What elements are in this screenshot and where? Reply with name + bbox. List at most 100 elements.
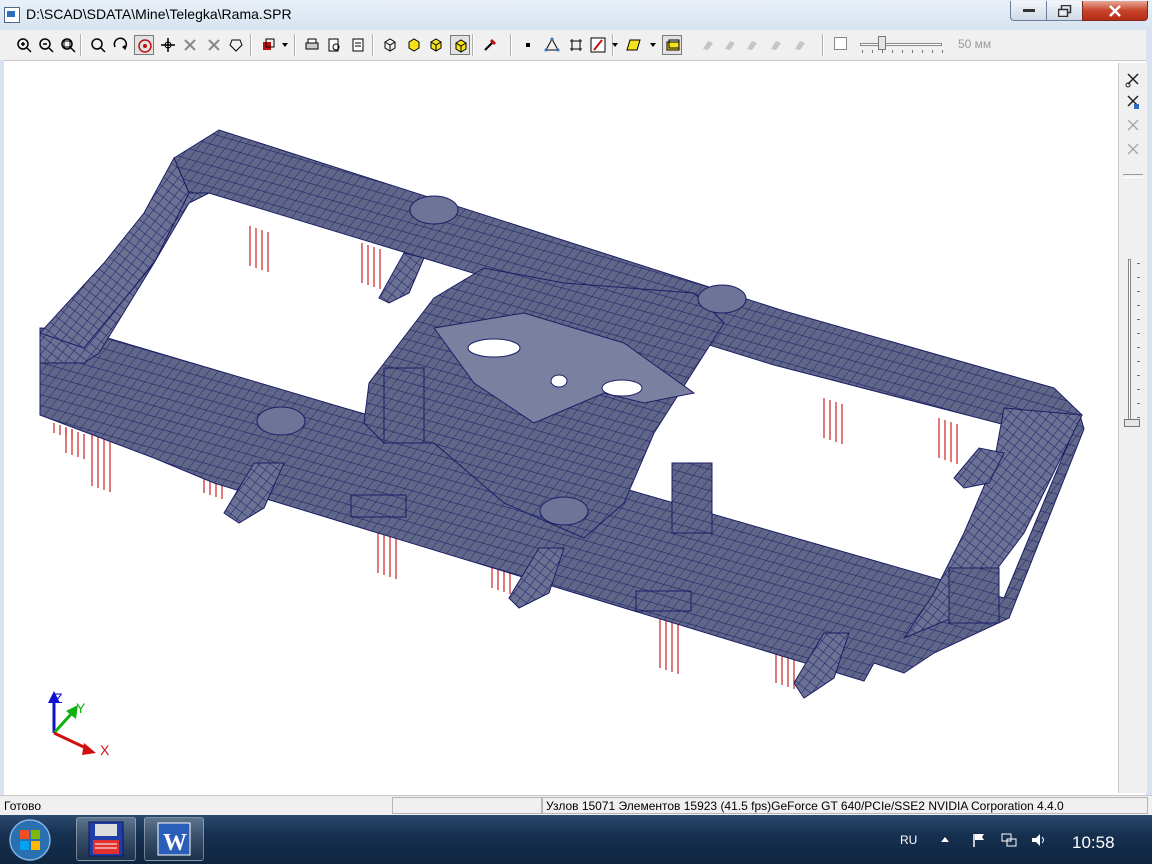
network-icon[interactable] (1000, 831, 1018, 849)
language-indicator[interactable]: RU (900, 833, 917, 847)
support-pad (383, 367, 425, 444)
disabled-tool-button[interactable] (720, 35, 740, 55)
section-slider-thumb[interactable] (1124, 419, 1140, 427)
shaded-button[interactable] (404, 35, 424, 55)
bolster-hole (550, 374, 568, 388)
zoom-in-button[interactable] (14, 35, 34, 55)
rotate-button[interactable] (110, 35, 130, 55)
cut-reset-icon[interactable] (1124, 141, 1142, 159)
dropdown-arrow-icon[interactable] (282, 43, 288, 47)
solid-button[interactable] (426, 35, 446, 55)
taskbar-word-app[interactable]: W (144, 817, 204, 861)
rotate-icon (113, 37, 128, 50)
fe-mesh-model[interactable]: Z Y X (4, 63, 1117, 793)
tools-icon (484, 38, 497, 51)
slider-tick (1137, 333, 1140, 334)
triangle-icon (544, 37, 560, 52)
cut-plane-icon[interactable] (1124, 93, 1142, 111)
toolbar-separator (294, 34, 296, 56)
restore-icon (1057, 4, 1071, 17)
fill-color-button[interactable] (624, 35, 644, 55)
toolbar-separator (250, 34, 252, 56)
cut-disabled-icon[interactable] (1124, 117, 1142, 135)
solid-color-button[interactable] (450, 35, 470, 55)
select-icon (138, 39, 152, 53)
disabled-tool-button[interactable] (790, 35, 810, 55)
slider-tick (1137, 305, 1140, 306)
right-tool-panel (1118, 63, 1147, 793)
frame-button[interactable] (662, 35, 682, 55)
model-viewport[interactable]: Z Y X (4, 63, 1117, 793)
export-button[interactable] (348, 35, 368, 55)
minimize-icon (1022, 8, 1035, 12)
print-button[interactable] (302, 35, 322, 55)
panel-divider (1123, 174, 1143, 178)
slider-tick (1137, 417, 1140, 418)
windows-logo-icon (9, 819, 51, 861)
zoom-out-button[interactable] (36, 35, 56, 55)
slider-tick (892, 50, 893, 53)
zoom-out-icon (39, 38, 54, 53)
support-pad (671, 462, 713, 534)
bracket (378, 252, 425, 304)
model-stats: Узлов 15071 Элементов 15923 (41.5 fps)Ge… (546, 799, 1064, 813)
shaded-icon (408, 38, 420, 52)
cut-icon[interactable] (1124, 71, 1142, 89)
dropdown-arrow-icon[interactable] (612, 43, 618, 47)
wireframe-button[interactable] (380, 35, 400, 55)
show-hidden-icons-icon[interactable] (936, 831, 954, 849)
axis-y-label: Y (76, 700, 86, 716)
disabled-tool-button[interactable] (742, 35, 762, 55)
axis-z-label: Z (54, 690, 63, 706)
clock[interactable]: 10:58 (1072, 833, 1115, 853)
app-icon[interactable] (4, 7, 20, 23)
slider-tick (922, 50, 923, 53)
close-button[interactable] (1082, 1, 1148, 21)
triangle-button[interactable] (542, 35, 562, 55)
start-button[interactable] (2, 817, 58, 863)
zoom-window-button[interactable] (58, 35, 78, 55)
pan-button[interactable] (158, 35, 178, 55)
status-bar: Готово Узлов 15071 Элементов 15923 (41.5… (0, 795, 1152, 816)
view-box-button[interactable] (226, 35, 246, 55)
toolbar-slider-thumb[interactable] (878, 36, 886, 50)
toolbar-separator (510, 34, 512, 56)
close-icon (1109, 4, 1121, 17)
title-bar: D:\SCAD\SDATA\Mine\Telegka\Rama.SPR (0, 0, 1152, 31)
boss (697, 284, 747, 314)
grid-button[interactable] (566, 35, 586, 55)
toolbar-slider[interactable] (860, 43, 942, 46)
toolbar-checkbox[interactable] (834, 37, 847, 50)
disabled-tool-button[interactable] (698, 35, 718, 55)
projection-button[interactable] (258, 35, 278, 55)
zoom-all-button[interactable] (88, 35, 108, 55)
status-cell (392, 797, 542, 814)
action-center-icon[interactable] (970, 831, 988, 849)
line-color-icon (590, 37, 606, 53)
projection-icon (263, 38, 275, 50)
disabled-tool-button[interactable] (766, 35, 786, 55)
slider-tick (1137, 403, 1140, 404)
node-icon (526, 43, 530, 47)
select-button[interactable] (134, 35, 154, 55)
frame-icon (666, 39, 680, 51)
tools-button[interactable] (480, 35, 500, 55)
minimize-button[interactable] (1010, 1, 1047, 21)
orbit-button[interactable] (204, 35, 224, 55)
move-button[interactable] (180, 35, 200, 55)
volume-icon[interactable] (1030, 831, 1048, 849)
slider-tick (902, 50, 903, 53)
dropdown-arrow-icon[interactable] (650, 43, 656, 47)
support-pad (635, 590, 692, 612)
section-slider[interactable] (1128, 259, 1131, 427)
axis-x-label: X (100, 742, 110, 758)
taskbar-scad-app[interactable] (76, 817, 136, 861)
node-button[interactable] (518, 35, 538, 55)
line-color-button[interactable] (588, 35, 608, 55)
restore-button[interactable] (1046, 1, 1083, 21)
wireframe-icon (384, 38, 396, 52)
slider-tick (942, 50, 943, 53)
disabled-tool-icon (703, 41, 713, 50)
support-pad (350, 494, 407, 518)
print-preview-button[interactable] (324, 35, 344, 55)
